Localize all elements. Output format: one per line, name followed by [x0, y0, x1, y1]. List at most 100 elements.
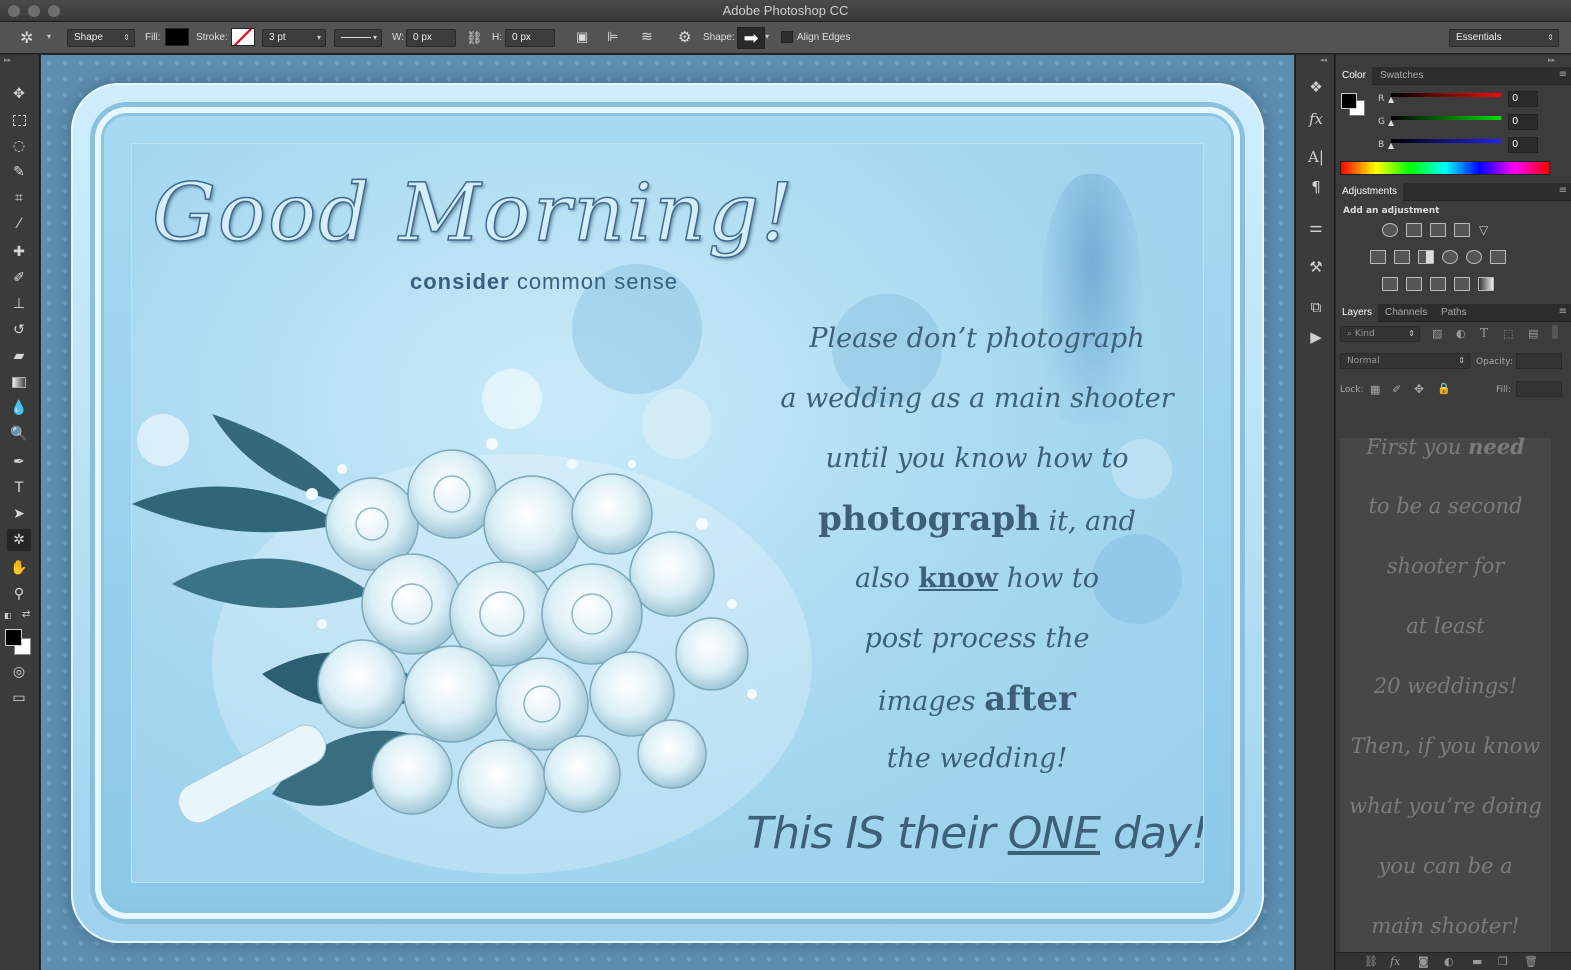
- brush-tool-icon[interactable]: ✐: [7, 267, 31, 289]
- slider-handle-icon[interactable]: ▲: [1388, 118, 1394, 127]
- marquee-tool-icon[interactable]: [7, 109, 31, 131]
- new-layer-icon[interactable]: ❐: [1498, 955, 1508, 968]
- gear-icon[interactable]: ⚙: [678, 28, 691, 46]
- collapse-panels-icon[interactable]: ▸▸: [1548, 56, 1555, 64]
- tab-channels[interactable]: Channels: [1379, 304, 1433, 322]
- slider-handle-icon[interactable]: ▲: [1388, 95, 1394, 104]
- green-value-input[interactable]: 0: [1508, 114, 1538, 130]
- document-canvas[interactable]: Good Morning! consider common sense Plea…: [41, 55, 1294, 970]
- stroke-type-select[interactable]: ▾: [334, 29, 382, 47]
- slider-handle-icon[interactable]: ▲: [1388, 141, 1394, 150]
- history-icon[interactable]: ⧉: [1306, 297, 1326, 317]
- invert-icon[interactable]: [1382, 277, 1398, 291]
- path-selection-tool-icon[interactable]: ➤: [7, 503, 31, 525]
- threshold-icon[interactable]: [1430, 277, 1446, 291]
- delete-layer-icon[interactable]: 🗑: [1524, 955, 1538, 968]
- red-value-input[interactable]: 0: [1508, 91, 1538, 107]
- link-layers-icon[interactable]: ⛓: [1364, 955, 1378, 968]
- eraser-tool-icon[interactable]: ▰: [7, 345, 31, 367]
- actions-play-icon[interactable]: ▶: [1306, 327, 1326, 347]
- character-icon[interactable]: A|: [1306, 147, 1326, 167]
- black-white-icon[interactable]: [1418, 250, 1434, 264]
- link-icon[interactable]: ⛓: [466, 30, 483, 46]
- zoom-tool-icon[interactable]: ⚲: [7, 583, 31, 605]
- layers-list-area[interactable]: First you need to be a second shooter fo…: [1340, 434, 1551, 953]
- new-adjustment-layer-icon[interactable]: ◐: [1444, 955, 1454, 968]
- width-input[interactable]: 0 px: [406, 29, 456, 47]
- lock-all-icon[interactable]: 🔒: [1437, 382, 1451, 395]
- panel-menu-icon[interactable]: ≡: [1559, 185, 1567, 196]
- tab-paths[interactable]: Paths: [1435, 304, 1473, 322]
- filter-type-icon[interactable]: T: [1480, 326, 1488, 340]
- tab-swatches[interactable]: Swatches: [1374, 67, 1429, 85]
- exposure-icon[interactable]: [1454, 223, 1470, 237]
- crop-tool-icon[interactable]: ⌗: [7, 187, 31, 209]
- screen-mode-icon[interactable]: ▭: [7, 687, 31, 709]
- levels-icon[interactable]: [1406, 223, 1422, 237]
- custom-shape-tool-icon[interactable]: ✲: [7, 529, 31, 551]
- selective-color-icon[interactable]: [1454, 277, 1470, 291]
- layer-style-fx-icon[interactable]: fx: [1390, 955, 1400, 968]
- lock-move-icon[interactable]: ✥: [1414, 382, 1424, 396]
- fill-swatch[interactable]: [165, 28, 189, 46]
- lock-transparent-icon[interactable]: ▦: [1370, 383, 1380, 396]
- color-spectrum-bar[interactable]: [1340, 161, 1550, 175]
- tab-adjustments[interactable]: Adjustments: [1336, 183, 1404, 201]
- stroke-swatch[interactable]: [231, 28, 255, 46]
- filter-toggle-icon[interactable]: [1552, 325, 1558, 339]
- quick-selection-tool-icon[interactable]: ✎: [7, 161, 31, 183]
- filter-pixel-icon[interactable]: ▨: [1432, 327, 1442, 340]
- path-operations-icon[interactable]: ▣: [576, 29, 588, 45]
- posterize-icon[interactable]: [1406, 277, 1422, 291]
- hue-saturation-icon[interactable]: [1370, 250, 1386, 264]
- fill-input[interactable]: [1516, 381, 1562, 397]
- collapse-panel-icon[interactable]: ▸▸: [4, 56, 11, 64]
- lasso-tool-icon[interactable]: ◌: [7, 135, 31, 157]
- red-slider[interactable]: [1391, 93, 1501, 97]
- filter-adjustment-icon[interactable]: ◐: [1456, 327, 1466, 340]
- type-tool-icon[interactable]: T: [7, 477, 31, 499]
- collapse-dock-icon[interactable]: ◂◂: [1320, 56, 1327, 64]
- tool-mode-select[interactable]: Shape ⇕: [67, 29, 135, 47]
- chevron-down-icon[interactable]: ▾: [47, 32, 51, 41]
- chevron-down-icon[interactable]: ▾: [765, 32, 769, 41]
- opacity-input[interactable]: [1516, 353, 1562, 369]
- align-edges-checkbox[interactable]: [781, 31, 793, 43]
- panel-menu-icon[interactable]: ≡: [1559, 306, 1567, 317]
- brightness-contrast-icon[interactable]: [1382, 223, 1398, 237]
- photo-filter-icon[interactable]: [1442, 250, 1458, 264]
- tool-presets-icon[interactable]: ⚒: [1306, 257, 1326, 277]
- tab-color[interactable]: Color: [1336, 67, 1372, 85]
- add-mask-icon[interactable]: ◙: [1418, 955, 1429, 968]
- dodge-tool-icon[interactable]: 🔍: [7, 423, 31, 445]
- layer-filter-select[interactable]: ⌕ Kind ⇕: [1340, 326, 1420, 342]
- blend-mode-select[interactable]: Normal ⇕: [1340, 353, 1470, 369]
- blue-slider[interactable]: [1391, 139, 1501, 143]
- styles-fx-icon[interactable]: fx: [1306, 109, 1326, 129]
- height-input[interactable]: 0 px: [505, 29, 555, 47]
- swap-colors-icon[interactable]: ⇄: [22, 609, 30, 620]
- stroke-width-field[interactable]: 3 pt ▾: [262, 29, 326, 47]
- eyedropper-tool-icon[interactable]: ⁄: [7, 213, 31, 235]
- pen-tool-icon[interactable]: ✒: [7, 451, 31, 473]
- foreground-color-swatch[interactable]: [1341, 93, 1357, 109]
- gradient-tool-icon[interactable]: [7, 371, 31, 393]
- lock-brush-icon[interactable]: ✐: [1392, 383, 1401, 396]
- path-alignment-icon[interactable]: ⊫: [607, 29, 618, 45]
- blue-value-input[interactable]: 0: [1508, 137, 1538, 153]
- quick-mask-icon[interactable]: ◎: [7, 661, 31, 683]
- default-colors-icon[interactable]: ◧: [4, 611, 12, 620]
- curves-icon[interactable]: [1430, 223, 1446, 237]
- green-slider[interactable]: [1391, 116, 1501, 120]
- color-balance-icon[interactable]: [1394, 250, 1410, 264]
- brush-presets-icon[interactable]: ⚌: [1306, 217, 1326, 237]
- filter-shape-icon[interactable]: ⬚: [1503, 327, 1513, 340]
- vibrance-icon[interactable]: ▽: [1478, 223, 1494, 237]
- workspace-select[interactable]: Essentials ⇕: [1449, 29, 1559, 47]
- paragraph-icon[interactable]: ¶: [1306, 177, 1326, 197]
- shape-picker[interactable]: ➡: [737, 27, 765, 49]
- hand-tool-icon[interactable]: ✋: [7, 557, 31, 579]
- custom-shape-tool-preset-icon[interactable]: ✲: [20, 28, 33, 48]
- blur-tool-icon[interactable]: 💧: [7, 397, 31, 419]
- move-tool-icon[interactable]: ✥: [7, 83, 31, 105]
